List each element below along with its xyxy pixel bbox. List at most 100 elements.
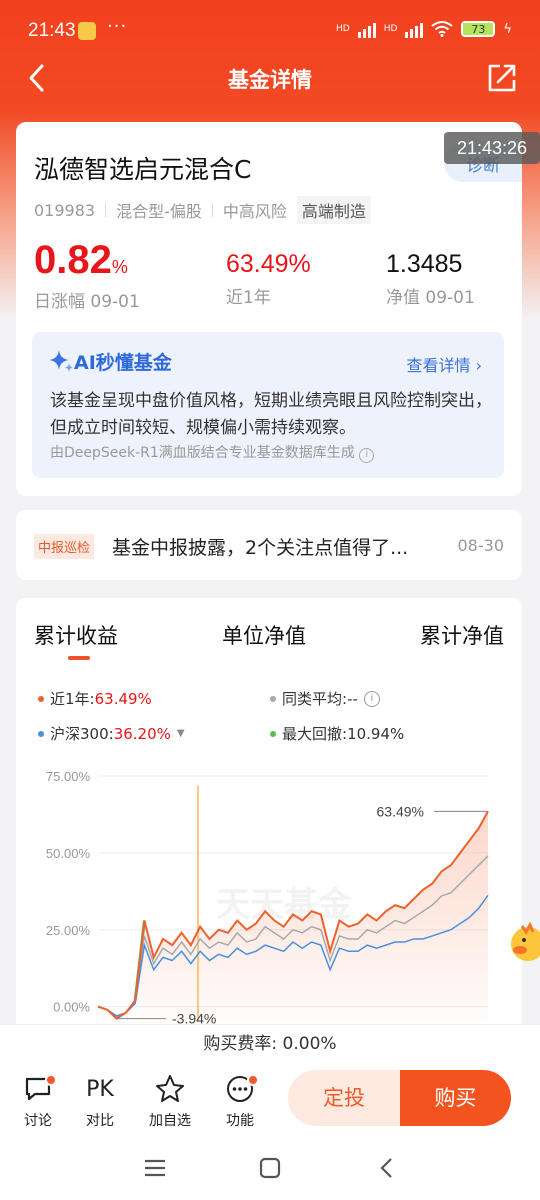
ai-source: 由DeepSeek-R1满血版结合专业基金数据库生成 i — [50, 442, 375, 463]
peer-dot — [270, 695, 276, 702]
buy-button[interactable]: 购买 — [400, 1070, 511, 1126]
sparkle-icon — [49, 350, 73, 372]
system-back-button[interactable] — [372, 1156, 402, 1180]
fund-type: 混合型-偏股 — [116, 202, 202, 221]
fund-area — [98, 811, 488, 1022]
page-title: 基金详情 — [228, 68, 312, 92]
add-watchlist-button[interactable]: 加自选 — [145, 1072, 195, 1130]
active-tab-indicator — [68, 656, 90, 660]
chevron-right-icon: › — [475, 356, 482, 375]
mascot-icon — [511, 921, 540, 961]
charging-icon: ϟ — [503, 21, 512, 37]
dropdown-icon: ▼ — [176, 728, 185, 739]
legend-index-value: 36.20% — [113, 725, 171, 743]
legend-drawdown-value: 10.94% — [347, 725, 405, 743]
star-icon — [156, 1075, 184, 1102]
fund-tags: 019983 混合型-偏股 中高风险 高端制造 — [34, 196, 371, 224]
functions-badge — [247, 1074, 259, 1086]
share-icon — [488, 64, 516, 92]
year-return-label: 近1年 — [226, 288, 271, 308]
app-notification-icon — [78, 22, 96, 40]
legend-peer-value: -- — [347, 690, 358, 708]
bottom-action-bar: 讨论 PK 对比 加自选 功能 定投 购买 — [0, 1064, 540, 1136]
fund-name: 泓德智选启元混合C — [34, 155, 252, 184]
return-chart[interactable]: 天天基金75.00%50.00%25.00%0.00%63.49%-3.94% — [16, 766, 522, 1036]
ai-summary-text: 该基金呈现中盘价值风格，短期业绩亮眼且风险控制突出，但成立时间较短、规模偏小需持… — [50, 391, 492, 438]
legend-peer-label: 同类平均: — [282, 690, 348, 708]
signal-icon — [357, 20, 376, 38]
legend-fund-label: 近1年: — [50, 690, 95, 708]
discuss-button[interactable]: 讨论 — [13, 1072, 63, 1130]
legend-drawdown: 最大回撤:10.94% — [270, 723, 404, 744]
y-tick-label: 75.00% — [46, 769, 91, 784]
fund-code: 019983 — [34, 200, 96, 220]
daily-change-metric: 0.82% 日涨幅 09-01 — [34, 238, 140, 312]
legend-fund: 近1年:63.49% — [38, 688, 152, 709]
legend-drawdown-label: 最大回撤: — [282, 725, 348, 743]
functions-label: 功能 — [226, 1113, 254, 1129]
legend-peer: 同类平均:-- i — [270, 688, 380, 709]
purchase-fee: 购买费率: 0.00% — [0, 1024, 540, 1064]
legend-fund-value: 63.49% — [94, 690, 152, 708]
back-triangle-icon — [380, 1158, 392, 1178]
tab-unit-nav[interactable]: 单位净值 — [222, 620, 306, 650]
ai-summary-box[interactable]: AI秒懂基金 查看详情 › 该基金呈现中盘价值风格，短期业绩亮眼且风险控制突出，… — [32, 332, 504, 478]
home-square-icon — [259, 1157, 281, 1179]
y-tick-label: 25.00% — [46, 923, 91, 938]
discuss-label: 讨论 — [24, 1113, 52, 1129]
system-nav-bar — [0, 1136, 540, 1200]
y-tick-label: 0.00% — [53, 1000, 90, 1015]
functions-button[interactable]: 功能 — [215, 1072, 265, 1130]
ai-source-text: 由DeepSeek-R1满血版结合专业基金数据库生成 — [50, 445, 355, 461]
daily-change-unit: % — [111, 257, 128, 277]
hd-label-2: HD — [383, 24, 398, 34]
home-button[interactable] — [255, 1156, 285, 1180]
status-dots: ··· — [107, 16, 128, 37]
menu-icon — [145, 1159, 165, 1177]
signal-icon-2 — [405, 20, 424, 38]
ai-more-link[interactable]: 查看详情 › — [406, 352, 482, 376]
fund-theme-tag[interactable]: 高端制造 — [296, 196, 371, 224]
tab-cumulative-return[interactable]: 累计收益 — [34, 620, 118, 650]
discuss-badge — [45, 1074, 57, 1086]
end-annotation-label: 63.49% — [377, 803, 424, 819]
status-bar: 21:43 ··· HD HD 73 ϟ — [0, 0, 540, 62]
status-indicators: HD HD 73 ϟ — [336, 20, 512, 38]
menu-button[interactable] — [140, 1156, 170, 1180]
wifi-icon — [431, 21, 454, 37]
nav-bar: 基金详情 — [0, 62, 540, 94]
report-tag: 中报巡检 — [34, 534, 95, 559]
legend-index[interactable]: 沪深300:36.20% ▼ — [38, 723, 185, 744]
status-time: 21:43 — [28, 20, 76, 41]
legend-index-label: 沪深300: — [50, 725, 114, 743]
time-overlay: 21:43:26 — [444, 132, 540, 164]
chart-card: 累计收益 单位净值 累计净值 近1年:63.49% 同类平均:-- i 沪深30… — [16, 598, 522, 1038]
regular-invest-button[interactable]: 定投 — [288, 1070, 400, 1126]
daily-change-label: 日涨幅 09-01 — [34, 292, 140, 312]
tab-cumulative-nav[interactable]: 累计净值 — [420, 620, 504, 650]
battery-icon: 73 — [461, 21, 496, 37]
nav-metric: 1.3485 净值 09-01 — [386, 238, 475, 308]
compare-label: 对比 — [86, 1113, 114, 1129]
hd-label: HD — [336, 24, 350, 34]
pk-icon: PK — [86, 1076, 114, 1102]
ai-title: AI秒懂基金 — [74, 352, 172, 374]
report-card[interactable]: 中报巡检 基金中报披露，2个关注点值得了... 08-30 — [16, 510, 522, 580]
ai-more-label: 查看详情 — [406, 356, 471, 375]
share-button[interactable] — [484, 62, 520, 94]
compare-button[interactable]: PK 对比 — [75, 1072, 125, 1130]
nav-label: 净值 09-01 — [386, 288, 475, 308]
fund-info-card: 诊断 泓德智选启元混合C 019983 混合型-偏股 中高风险 高端制造 0.8… — [16, 122, 522, 496]
year-return-value: 63.49% — [226, 250, 311, 278]
add-watchlist-label: 加自选 — [149, 1113, 191, 1129]
report-text: 基金中报披露，2个关注点值得了... — [112, 537, 409, 559]
fund-dot — [38, 695, 44, 702]
peer-info-icon[interactable]: i — [363, 690, 380, 707]
index-dot — [38, 730, 44, 737]
chart-watermark: 天天基金 — [216, 885, 353, 925]
mascot-float[interactable] — [506, 920, 540, 966]
daily-change-value: 0.82 — [34, 238, 112, 282]
info-icon[interactable]: i — [359, 448, 375, 463]
fund-risk: 中高风险 — [222, 202, 287, 221]
nav-value: 1.3485 — [386, 250, 463, 278]
